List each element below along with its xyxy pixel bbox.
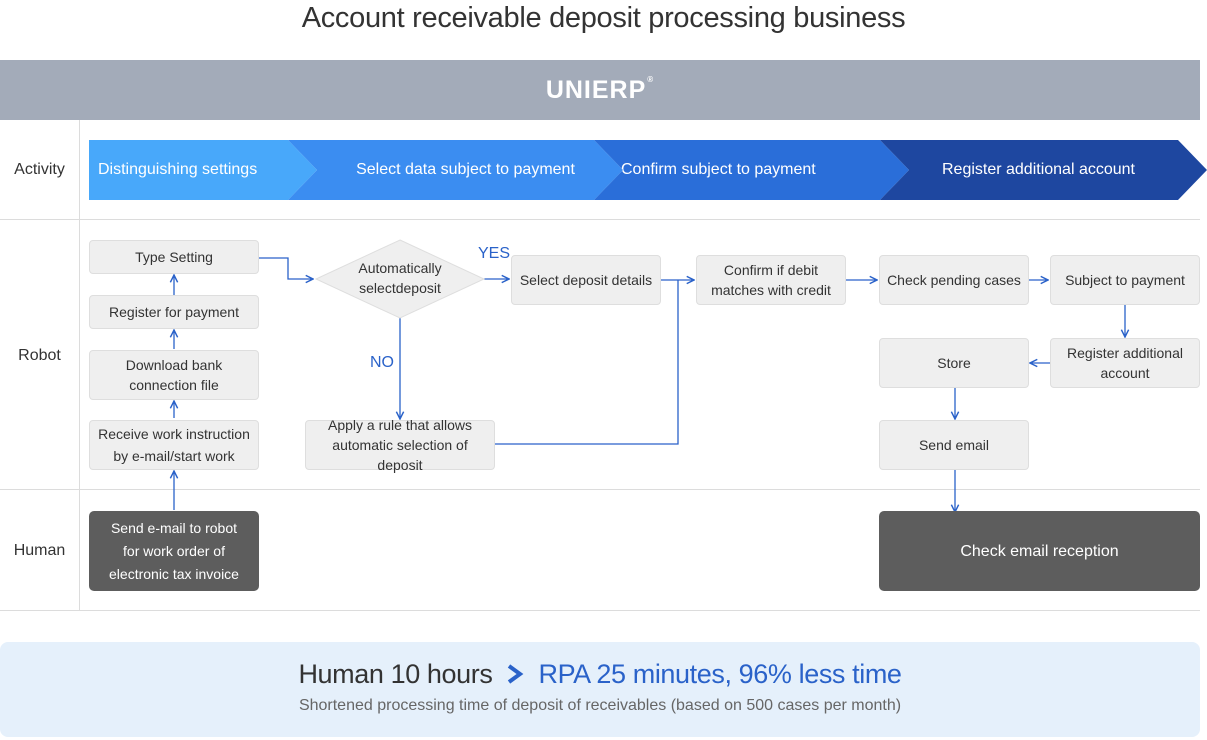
human-send-email: Send e-mail to robot for work order of e… bbox=[89, 511, 259, 591]
step-send-email: Send email bbox=[879, 420, 1029, 470]
step-store: Store bbox=[879, 338, 1029, 388]
step-label-line: by e-mail/start work bbox=[113, 448, 235, 464]
step-label-line: Register additional bbox=[1067, 345, 1183, 361]
step-label: Store bbox=[937, 355, 971, 371]
step-label-line: Receive work instruction bbox=[98, 426, 250, 442]
step-download-bank: Download bank connection file bbox=[89, 350, 259, 400]
step-label: Check pending cases bbox=[887, 272, 1021, 288]
step-label-line: account bbox=[1100, 365, 1150, 381]
step-label: Register for payment bbox=[109, 304, 239, 320]
step-label-line: matches with credit bbox=[711, 282, 831, 298]
summary-rpa-time: RPA 25 minutes, 96% less time bbox=[538, 658, 902, 689]
step-label-line: Download bank bbox=[125, 357, 223, 373]
branch-yes-label: YES bbox=[478, 245, 511, 262]
step-receive-instruction: Receive work instruction by e-mail/start… bbox=[89, 420, 259, 470]
step-label: Check email reception bbox=[960, 542, 1119, 560]
step-register-payment: Register for payment bbox=[89, 295, 259, 329]
step-label-line: Send e-mail to robot bbox=[110, 519, 238, 536]
summary-headline: Human 10 hours RPA 25 minutes, 96% less … bbox=[0, 652, 1200, 696]
step-label-line: electronic tax invoice bbox=[109, 565, 239, 582]
branch-no-label: NO bbox=[370, 354, 394, 371]
step-label-line: for work order of bbox=[123, 542, 225, 559]
step-label-line: Confirm if debit bbox=[723, 262, 819, 278]
decision-label-line: Automatically bbox=[358, 260, 442, 276]
step-label-line: automatic selection of deposit bbox=[332, 437, 468, 473]
step-label: Send email bbox=[918, 437, 990, 453]
step-subject-payment: Subject to payment bbox=[1050, 255, 1200, 305]
step-label: Select deposit details bbox=[519, 272, 653, 288]
step-apply-rule: Apply a rule that allows automatic selec… bbox=[305, 417, 495, 473]
human-check-reception: Check email reception bbox=[879, 511, 1200, 591]
decision-label-line: selectdeposit bbox=[359, 280, 441, 296]
step-register-account: Register additional account bbox=[1050, 338, 1200, 388]
step-type-setting: Type Setting bbox=[89, 240, 259, 274]
step-check-pending: Check pending cases bbox=[879, 255, 1029, 305]
summary-note: Shortened processing time of deposit of … bbox=[298, 697, 902, 714]
decision-auto-select: Automatically selectdeposit bbox=[330, 255, 470, 301]
connector-type-to-diamond bbox=[259, 257, 313, 279]
step-select-details: Select deposit details bbox=[511, 255, 661, 305]
step-label-line: Apply a rule that allows bbox=[328, 417, 472, 433]
step-label: Type Setting bbox=[135, 249, 213, 265]
summary-human-time: Human 10 hours bbox=[298, 658, 493, 689]
step-confirm-debit: Confirm if debit matches with credit bbox=[696, 255, 846, 305]
step-label-line: connection file bbox=[129, 377, 219, 393]
chevron-right-icon bbox=[506, 664, 524, 684]
step-label: Subject to payment bbox=[1065, 272, 1185, 288]
